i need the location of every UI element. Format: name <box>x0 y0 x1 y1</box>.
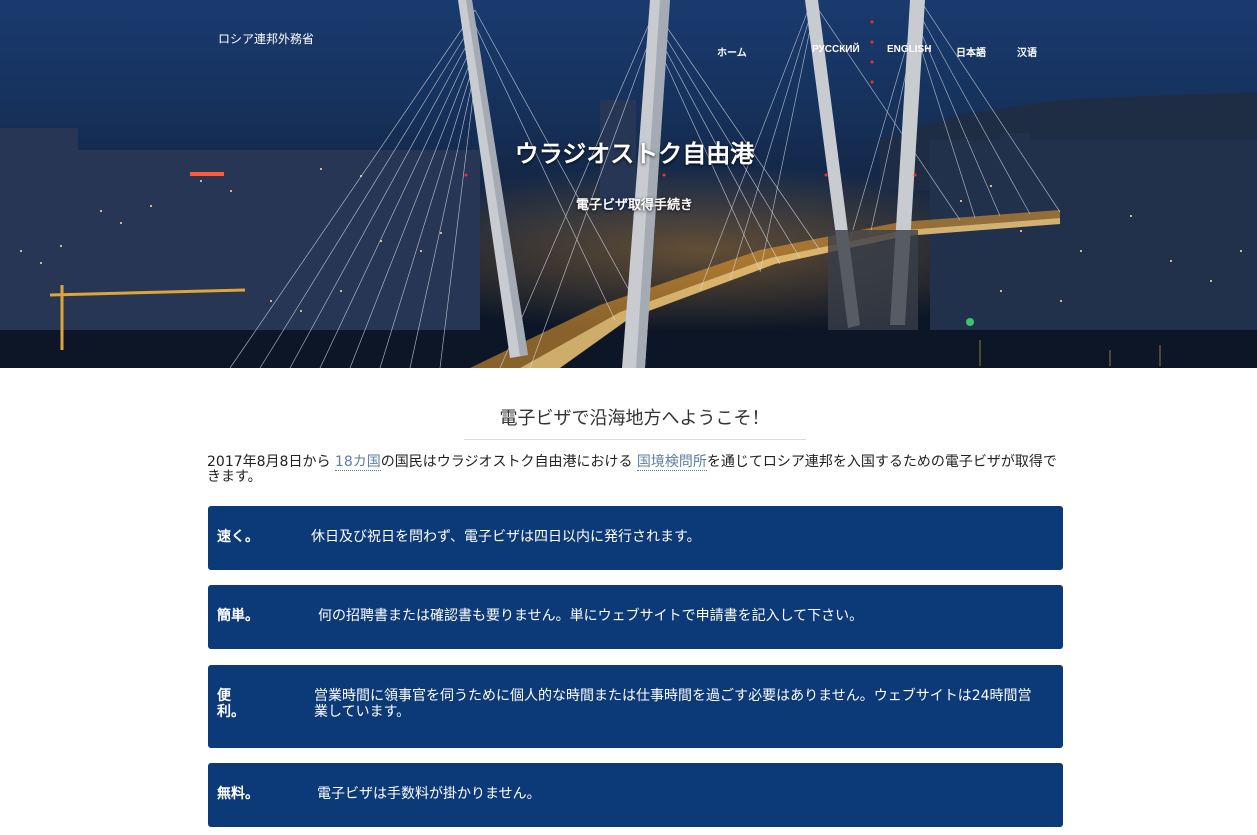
link-border-checkpoints[interactable]: 国境検問所 <box>636 454 707 471</box>
page-title: ウラジオストク自由港 <box>514 140 755 168</box>
nav-lang-japanese[interactable]: 日本語 <box>956 44 986 59</box>
feature-label: 無料。 <box>217 786 259 802</box>
feature-box-free: 無料。 電子ビザは手数料が掛かりません。 <box>208 763 1063 827</box>
feature-label: 速く。 <box>217 529 259 545</box>
intro-text-2: の国民はウラジオストク自由港における <box>380 454 633 470</box>
nav-lang-chinese[interactable]: 汉语 <box>1017 44 1037 59</box>
feature-box-simple: 簡単。 何の招聘書または確認書も要りません。単にウェブサイトで申請書を記入して下… <box>208 585 1063 649</box>
feature-label: 簡単。 <box>217 608 259 624</box>
feature-box-fast: 速く。 休日及び祝日を問わず、電子ビザは四日以内に発行されます。 <box>208 506 1063 570</box>
ministry-logo-text[interactable]: ロシア連邦外務省 <box>218 30 314 47</box>
feature-text: 何の招聘書または確認書も要りません。単にウェブサイトで申請書を記入して下さい。 <box>318 608 864 624</box>
hero-banner: ロシア連邦外務省 ホーム РУССКИЙ ENGLISH 日本語 汉语 ウラジオ… <box>0 0 1257 368</box>
nav-lang-english[interactable]: ENGLISH <box>887 44 931 55</box>
feature-text: 休日及び祝日を問わず、電子ビザは四日以内に発行されます。 <box>311 529 701 545</box>
nav-home[interactable]: ホーム <box>717 44 747 59</box>
page-subtitle: 電子ビザ取得手続き <box>575 198 693 213</box>
heading-divider <box>464 439 806 440</box>
feature-label: 便利。 <box>217 688 245 720</box>
link-18-countries[interactable]: 18カ国 <box>334 454 381 471</box>
feature-box-convenient: 便利。 営業時間に領事官を伺うために個人的な時間または仕事時間を過ごす必要はあり… <box>208 665 1063 748</box>
bridge-night-photo <box>0 0 1257 368</box>
intro-paragraph: 2017年8月8日から 18カ国の国民はウラジオストク自由港における 国境検問所… <box>207 454 1067 485</box>
feature-text: 営業時間に領事官を伺うために個人的な時間または仕事時間を過ごす必要はありません。… <box>314 688 1032 720</box>
intro-text-1: 2017年8月8日から <box>207 454 331 470</box>
welcome-heading: 電子ビザで沿海地方へようこそ！ <box>499 408 770 429</box>
nav-lang-russian[interactable]: РУССКИЙ <box>812 44 860 55</box>
feature-text: 電子ビザは手数料が掛かりません。 <box>317 786 541 802</box>
